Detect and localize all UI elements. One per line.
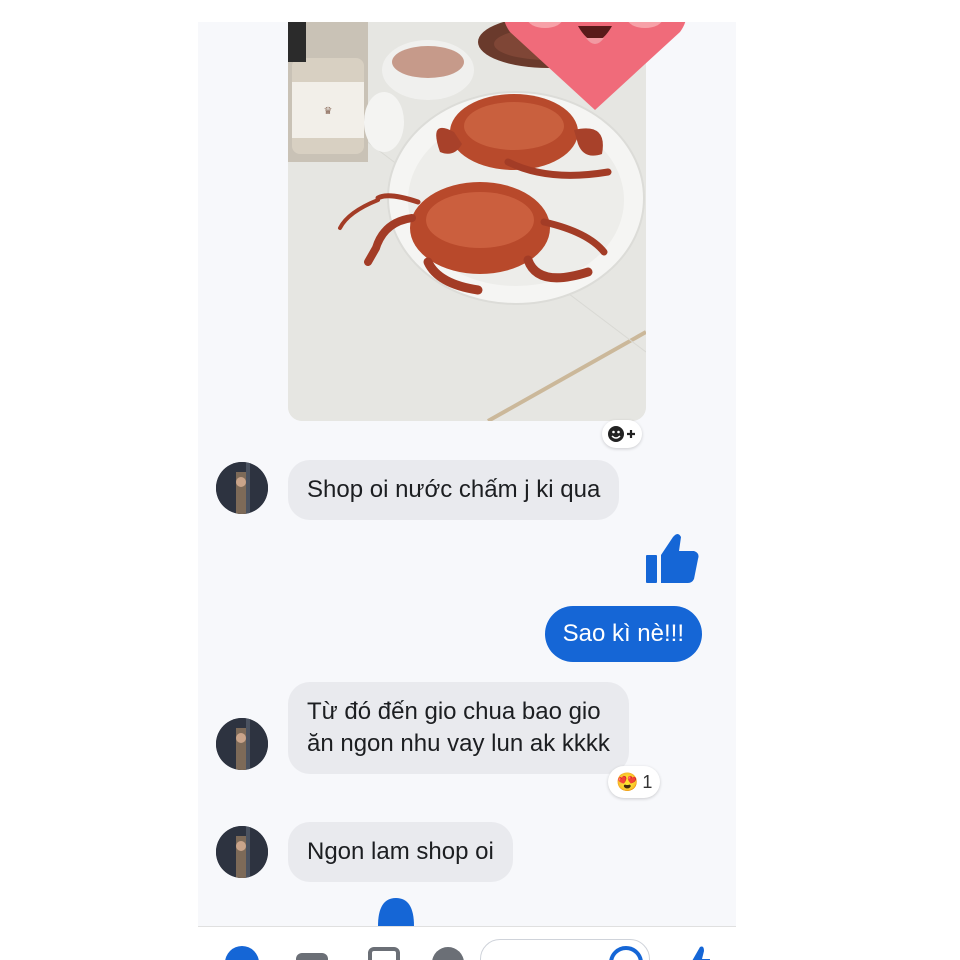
thumbs-up-icon[interactable]	[644, 531, 700, 587]
smiling-heart-sticker	[504, 22, 686, 110]
right-margin	[736, 0, 960, 960]
chat-screen: ♛ Shop oi nước chấm j ki qua Sao kì nè!!…	[198, 22, 736, 960]
mic-icon[interactable]	[430, 945, 466, 960]
plus-icon[interactable]	[224, 945, 260, 960]
like-icon[interactable]	[676, 945, 712, 960]
add-reaction-button[interactable]	[602, 420, 642, 448]
message-reaction[interactable]: 😍 1	[608, 766, 661, 798]
emoji-plus-icon	[608, 426, 635, 442]
incoming-message[interactable]: Shop oi nước chấm j ki qua	[288, 460, 620, 520]
sender-avatar[interactable]	[216, 718, 268, 770]
left-margin	[0, 0, 198, 960]
image-icon[interactable]	[366, 945, 402, 960]
smile-icon[interactable]	[608, 945, 644, 960]
heart-eyes-emoji: 😍	[616, 771, 639, 792]
typing-indicator	[378, 898, 414, 926]
reaction-count: 1	[642, 771, 653, 792]
sender-avatar[interactable]	[216, 462, 268, 514]
sender-avatar[interactable]	[216, 826, 268, 878]
message-composer	[198, 926, 736, 960]
incoming-message[interactable]: Từ đó đến gio chua bao gio ăn ngon nhu v…	[288, 682, 629, 774]
incoming-message[interactable]: Ngon lam shop oi	[288, 822, 513, 882]
svg-text:♛: ♛	[324, 106, 333, 117]
camera-icon[interactable]	[294, 945, 330, 960]
outgoing-message[interactable]: Sao kì nè!!!	[544, 606, 702, 662]
